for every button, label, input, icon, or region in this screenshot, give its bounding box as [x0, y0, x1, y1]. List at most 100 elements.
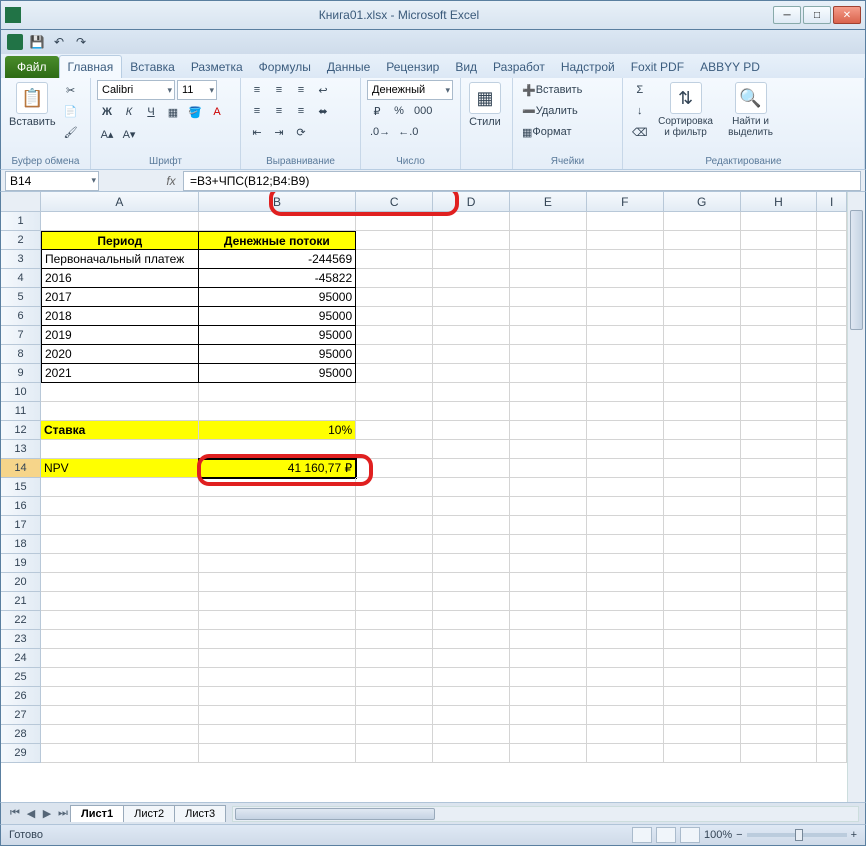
col-header[interactable]: I — [817, 192, 847, 212]
styles-button[interactable]: ▦ Стили — [467, 80, 503, 130]
cell[interactable] — [510, 706, 587, 725]
cell[interactable] — [356, 687, 433, 706]
row-header[interactable]: 18 — [1, 535, 41, 554]
cell[interactable] — [817, 573, 847, 592]
cell[interactable] — [510, 554, 587, 573]
selected-cell[interactable]: 41 160,77 ₽ — [199, 459, 357, 478]
row-header[interactable]: 6 — [1, 307, 41, 326]
cell[interactable] — [741, 630, 818, 649]
cell[interactable] — [664, 478, 741, 497]
cell[interactable] — [741, 592, 818, 611]
cell[interactable]: 2016 — [41, 269, 199, 288]
cell[interactable] — [41, 611, 199, 630]
cell[interactable] — [356, 497, 433, 516]
cell[interactable] — [433, 649, 510, 668]
border-button[interactable]: ▦ — [163, 102, 183, 122]
file-tab[interactable]: Файл — [5, 56, 59, 78]
cell[interactable] — [41, 725, 199, 744]
cell[interactable] — [741, 668, 818, 687]
cell[interactable] — [817, 554, 847, 573]
vertical-scrollbar[interactable] — [847, 192, 865, 802]
cell[interactable] — [41, 649, 199, 668]
cell[interactable] — [356, 649, 433, 668]
cell[interactable] — [356, 668, 433, 687]
bold-button[interactable]: Ж — [97, 102, 117, 122]
fx-icon[interactable]: fx — [159, 174, 183, 188]
cell[interactable] — [664, 649, 741, 668]
cell[interactable] — [817, 706, 847, 725]
align-mid-icon[interactable]: ≡ — [269, 80, 289, 100]
cell[interactable]: 95000 — [199, 364, 357, 383]
cell[interactable] — [664, 554, 741, 573]
decrease-font-icon[interactable]: A▾ — [119, 124, 139, 144]
percent-icon[interactable]: % — [389, 101, 409, 121]
cell[interactable]: 95000 — [199, 288, 357, 307]
cell[interactable] — [433, 687, 510, 706]
cell[interactable] — [433, 535, 510, 554]
cell[interactable] — [199, 554, 357, 573]
cell[interactable] — [817, 668, 847, 687]
cell[interactable] — [199, 668, 357, 687]
cell[interactable] — [587, 478, 664, 497]
row-header[interactable]: 19 — [1, 554, 41, 573]
cell[interactable] — [587, 706, 664, 725]
underline-button[interactable]: Ч — [141, 102, 161, 122]
cell[interactable] — [510, 725, 587, 744]
cell[interactable] — [741, 478, 818, 497]
sheet-tab[interactable]: Лист3 — [174, 805, 226, 822]
cell[interactable]: 95000 — [199, 345, 357, 364]
cell[interactable] — [510, 649, 587, 668]
zoom-out-button[interactable]: − — [736, 829, 742, 841]
copy-icon[interactable]: 📄 — [61, 101, 81, 121]
zoom-knob[interactable] — [795, 829, 803, 841]
cell[interactable] — [433, 725, 510, 744]
cell[interactable] — [587, 592, 664, 611]
cell[interactable] — [587, 630, 664, 649]
cell[interactable] — [356, 592, 433, 611]
cell[interactable] — [199, 592, 357, 611]
maximize-button[interactable]: □ — [803, 6, 831, 24]
cut-icon[interactable]: ✂ — [61, 80, 81, 100]
cell[interactable] — [41, 706, 199, 725]
cell[interactable] — [41, 573, 199, 592]
cell[interactable] — [510, 592, 587, 611]
row-header[interactable]: 11 — [1, 402, 41, 421]
col-header[interactable]: H — [741, 192, 818, 212]
row-header[interactable]: 13 — [1, 440, 41, 459]
cell[interactable] — [587, 497, 664, 516]
currency-icon[interactable]: ₽ — [367, 101, 387, 121]
cell[interactable] — [433, 592, 510, 611]
cell[interactable] — [510, 630, 587, 649]
cell[interactable] — [510, 535, 587, 554]
cell[interactable] — [587, 516, 664, 535]
insert-cells-button[interactable]: ➕ Вставить — [519, 80, 585, 100]
cell[interactable]: NPV — [41, 459, 199, 478]
dec-decimal-icon[interactable]: ←.0 — [395, 122, 421, 142]
col-header[interactable]: A — [41, 192, 199, 212]
cell[interactable] — [199, 573, 357, 592]
cell[interactable] — [664, 573, 741, 592]
cell[interactable] — [199, 744, 357, 763]
cell[interactable] — [587, 687, 664, 706]
zoom-percent[interactable]: 100% — [704, 829, 732, 841]
sheet-tab[interactable]: Лист1 — [70, 805, 124, 822]
row-header[interactable]: 9 — [1, 364, 41, 383]
font-size-combo[interactable]: 11 — [177, 80, 217, 100]
cell[interactable] — [510, 573, 587, 592]
row-header[interactable]: 17 — [1, 516, 41, 535]
cell[interactable] — [433, 516, 510, 535]
cell[interactable] — [356, 573, 433, 592]
tab-insert[interactable]: Вставка — [122, 56, 183, 78]
cell[interactable] — [741, 554, 818, 573]
cells-area[interactable]: Период Денежные потоки Первоначальный пл… — [41, 212, 847, 763]
cell[interactable]: 2019 — [41, 326, 199, 345]
sort-filter-button[interactable]: ⇅ Сортировка и фильтр — [654, 80, 718, 140]
cell[interactable] — [356, 706, 433, 725]
cell[interactable] — [510, 516, 587, 535]
indent-inc-icon[interactable]: ⇥ — [269, 122, 289, 142]
view-pagebreak-icon[interactable] — [680, 827, 700, 843]
orientation-icon[interactable]: ⟳ — [291, 122, 311, 142]
cell[interactable] — [433, 611, 510, 630]
cell[interactable] — [433, 573, 510, 592]
cell[interactable]: Ставка — [41, 421, 199, 440]
